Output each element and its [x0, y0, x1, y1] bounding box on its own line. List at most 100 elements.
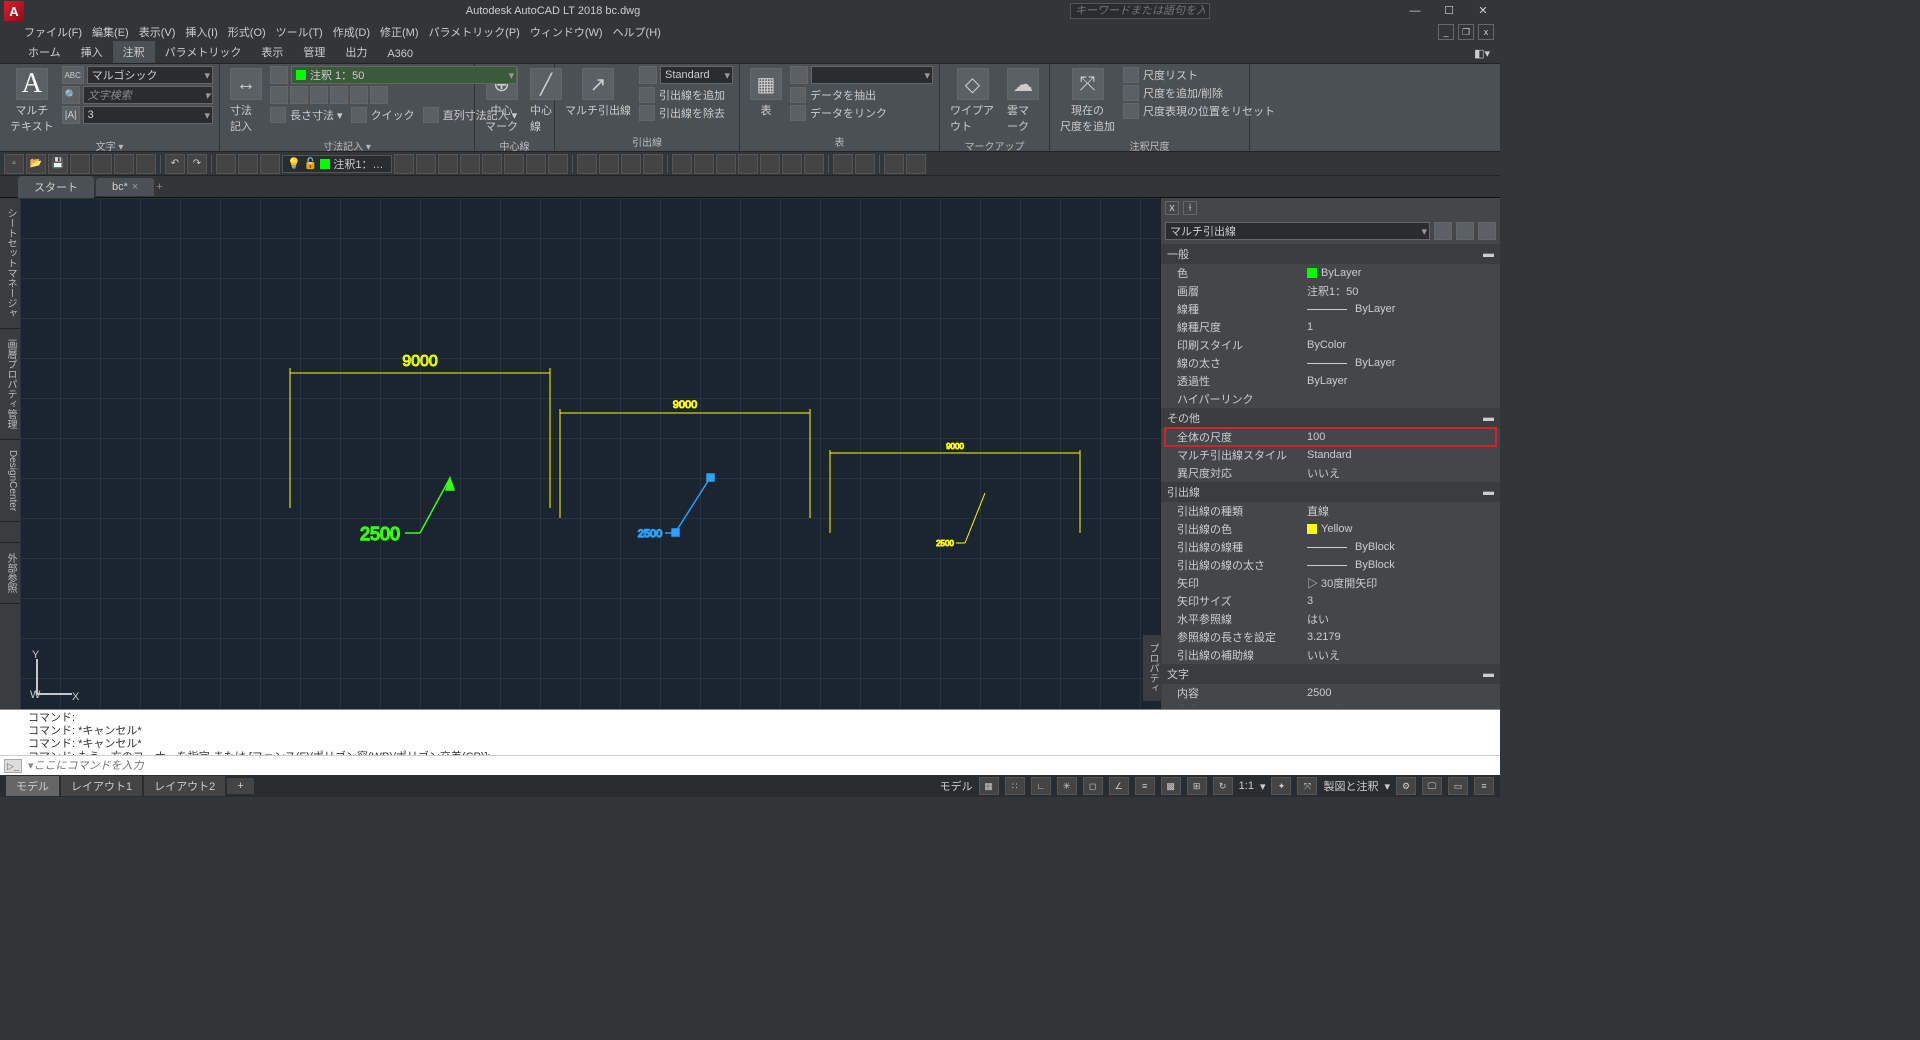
menu-window[interactable]: ウィンドウ(W) — [530, 24, 603, 40]
command-input[interactable] — [34, 760, 1496, 772]
tool-b4[interactable] — [460, 154, 480, 174]
prop-row[interactable]: 透過性ByLayer — [1161, 372, 1500, 390]
font-dropdown[interactable]: マルゴシック — [87, 66, 213, 84]
tool-b7[interactable] — [526, 154, 546, 174]
dim-quick-button[interactable]: クイック — [351, 106, 415, 124]
dim-p6-icon[interactable] — [370, 86, 388, 104]
inner-restore-icon[interactable]: ❐ — [1458, 24, 1474, 40]
help-search-input[interactable] — [1070, 3, 1210, 19]
status-anno2-icon[interactable]: ⤧ — [1297, 777, 1317, 795]
tool-d1[interactable] — [672, 154, 692, 174]
wipeout-button[interactable]: ◇ワイプアウト — [946, 66, 999, 136]
qat-new-icon[interactable]: ▫ — [4, 154, 24, 174]
prop-row[interactable]: 内容2500 — [1161, 684, 1500, 702]
prop-group-header[interactable]: 引出線▬ — [1161, 482, 1500, 502]
status-ortho-icon[interactable]: ∟ — [1031, 777, 1051, 795]
qat-save-icon[interactable]: 💾 — [48, 154, 68, 174]
tool-f1[interactable] — [884, 154, 904, 174]
revcloud-button[interactable]: ☁雲マーク — [1003, 66, 1043, 136]
tool-b1[interactable] — [394, 154, 414, 174]
menu-edit[interactable]: 編集(E) — [92, 24, 129, 40]
tool-b5[interactable] — [482, 154, 502, 174]
menu-modify[interactable]: 修正(M) — [380, 24, 419, 40]
prop-row[interactable]: 異尺度対応いいえ — [1161, 464, 1500, 482]
quick-select-icon[interactable] — [1434, 222, 1452, 240]
menu-format[interactable]: 形式(O) — [228, 24, 266, 40]
dim-p4-icon[interactable] — [330, 86, 348, 104]
mleader-button[interactable]: ↗マルチ引出線 — [561, 66, 635, 120]
prop-row[interactable]: 参照線の長さを設定3.2179 — [1161, 628, 1500, 646]
menu-draw[interactable]: 作成(D) — [333, 24, 370, 40]
prop-row[interactable]: マルチ引出線スタイルStandard — [1161, 446, 1500, 464]
qat-btn7[interactable] — [136, 154, 156, 174]
status-cycle-icon[interactable]: ↻ — [1213, 777, 1233, 795]
dim-p1-icon[interactable] — [270, 86, 288, 104]
tool-d3[interactable] — [716, 154, 736, 174]
tab-add-icon[interactable]: + — [156, 178, 180, 196]
qat-undo-icon[interactable]: ↶ — [165, 154, 185, 174]
data-extract-button[interactable]: データを抽出 — [790, 86, 933, 104]
tool-c3[interactable] — [621, 154, 641, 174]
scale-reset-button[interactable]: 尺度表現の位置をリセット — [1123, 102, 1275, 120]
inner-close-icon[interactable]: x — [1478, 24, 1494, 40]
status-otrack-icon[interactable]: ∠ — [1109, 777, 1129, 795]
tool-c1[interactable] — [577, 154, 597, 174]
layout-tab-add-icon[interactable]: + — [227, 778, 253, 794]
leader-remove-button[interactable]: 引出線を除去 — [639, 104, 733, 122]
properties-vertical-title[interactable]: プロパティ — [1143, 635, 1162, 701]
status-menu-icon[interactable]: ≡ — [1474, 777, 1494, 795]
inner-minimize-icon[interactable]: _ — [1438, 24, 1454, 40]
table-button[interactable]: ▦表 — [746, 66, 786, 120]
tool-f2[interactable] — [906, 154, 926, 174]
tab-document[interactable]: bc*× — [96, 178, 154, 196]
toggle-pickadd-icon[interactable] — [1478, 222, 1496, 240]
prop-row[interactable]: 全体の尺度100 — [1165, 428, 1496, 446]
qat-redo-icon[interactable]: ↷ — [187, 154, 207, 174]
prop-row[interactable]: 矢印サイズ3 — [1161, 592, 1500, 610]
menu-tools[interactable]: ツール(T) — [276, 24, 323, 40]
tool-c4[interactable] — [643, 154, 663, 174]
command-prompt-icon[interactable]: ▷_ — [4, 759, 22, 773]
tool-b6[interactable] — [504, 154, 524, 174]
prop-group-header[interactable]: 文字▬ — [1161, 664, 1500, 684]
status-anno-icon[interactable]: ✦ — [1271, 777, 1291, 795]
tool-d6[interactable] — [782, 154, 802, 174]
dim-linear-button[interactable]: 長さ寸法 ▾ — [270, 106, 343, 124]
layout-tab-1[interactable]: レイアウト1 — [61, 776, 142, 796]
status-cog-icon[interactable]: ⚙ — [1396, 777, 1416, 795]
app-logo[interactable]: A — [4, 1, 24, 21]
close-button[interactable]: ✕ — [1466, 0, 1500, 22]
status-polar-icon[interactable]: ✳ — [1057, 777, 1077, 795]
abc-icon[interactable]: ABC — [62, 66, 84, 84]
menu-parametric[interactable]: パラメトリック(P) — [429, 24, 520, 40]
status-snap-icon[interactable]: ∷ — [1005, 777, 1025, 795]
tool-e1[interactable] — [833, 154, 853, 174]
status-qp-icon[interactable]: ⊞ — [1187, 777, 1207, 795]
prop-row[interactable]: 水平参照線はい — [1161, 610, 1500, 628]
ribbon-tab-insert[interactable]: 挿入 — [71, 41, 113, 63]
selection-type-dropdown[interactable]: マルチ引出線 — [1165, 222, 1430, 240]
palette-layers[interactable]: 画層プロパティ管理 — [0, 329, 20, 440]
panel-label-leader[interactable]: 引出線 — [561, 132, 733, 149]
panel-label-dims[interactable]: 寸法記入 ▾ — [226, 136, 468, 153]
scale-add-del-button[interactable]: 尺度を追加/削除 — [1123, 84, 1275, 102]
palette-designcenter[interactable]: DesignCenter — [0, 440, 20, 522]
prop-row[interactable]: 引出線の色Yellow — [1161, 520, 1500, 538]
prop-row[interactable]: 引出線の線種ByBlock — [1161, 538, 1500, 556]
tab-start[interactable]: スタート — [18, 176, 94, 198]
ribbon-tab-parametric[interactable]: パラメトリック — [155, 41, 252, 63]
prop-row[interactable]: 画層注釈1：50 — [1161, 282, 1500, 300]
data-link-button[interactable]: データをリンク — [790, 104, 933, 122]
dim-p3-icon[interactable] — [310, 86, 328, 104]
status-trans-icon[interactable]: ▩ — [1161, 777, 1181, 795]
leader-style-dropdown[interactable]: Standard — [660, 66, 733, 84]
prop-group-header[interactable]: 一般▬ — [1161, 244, 1500, 264]
status-monitor-icon[interactable]: 🖵 — [1422, 777, 1442, 795]
prop-row[interactable]: 色ByLayer — [1161, 264, 1500, 282]
qat-open-icon[interactable]: 📂 — [26, 154, 46, 174]
text-height-dropdown[interactable]: 3 — [83, 106, 213, 124]
status-model-label[interactable]: モデル — [940, 778, 973, 794]
status-lwt-icon[interactable]: ≡ — [1135, 777, 1155, 795]
maximize-button[interactable]: ☐ — [1432, 0, 1466, 22]
layer-dropdown[interactable]: 💡 🔓 注釈1：… — [282, 155, 392, 173]
